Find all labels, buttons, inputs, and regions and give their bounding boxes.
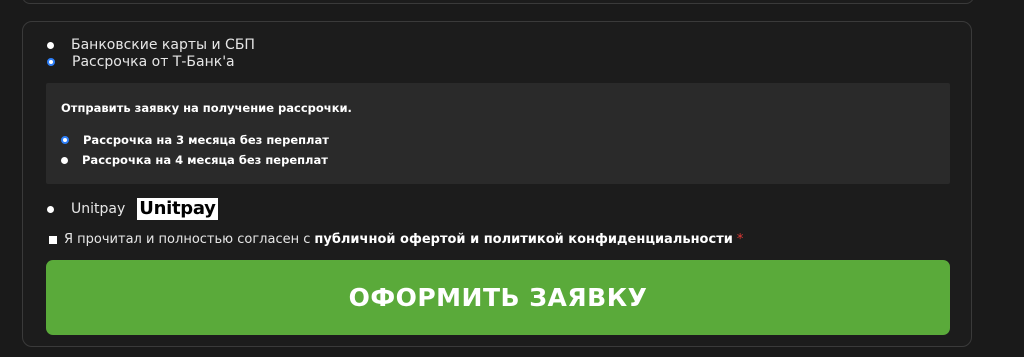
payment-option-unitpay[interactable]: Unitpay Unitpay xyxy=(47,198,218,220)
payment-option-cards[interactable]: Банковские карты и СБП xyxy=(47,37,255,53)
unitpay-logo: Unitpay xyxy=(137,198,218,220)
required-mark: * xyxy=(736,232,744,247)
payment-option-unitpay-label: Unitpay xyxy=(71,201,126,217)
installment-title: Отправить заявку на получение рассрочки. xyxy=(61,101,352,115)
radio-cards[interactable] xyxy=(47,41,54,49)
radio-4-months[interactable] xyxy=(61,156,68,164)
installment-box: Отправить заявку на получение рассрочки.… xyxy=(46,83,950,184)
installment-option-4-months[interactable]: Рассрочка на 4 месяца без переплат xyxy=(61,153,328,167)
previous-section-panel xyxy=(22,0,974,4)
radio-unitpay[interactable] xyxy=(47,205,54,213)
payment-option-tbank[interactable]: Рассрочка от Т-Банк'а xyxy=(47,54,235,70)
payment-method-panel: Банковские карты и СБП Рассрочка от Т-Ба… xyxy=(22,21,972,347)
radio-tbank[interactable] xyxy=(47,58,55,66)
installment-option-label: Рассрочка на 4 месяца без переплат xyxy=(82,153,328,167)
submit-application-button[interactable]: ОФОРМИТЬ ЗАЯВКУ xyxy=(46,260,950,335)
payment-option-tbank-label: Рассрочка от Т-Банк'а xyxy=(72,54,235,70)
installment-option-3-months[interactable]: Рассрочка на 3 месяца без переплат xyxy=(61,133,329,147)
installment-option-label: Рассрочка на 3 месяца без переплат xyxy=(83,133,329,147)
agreement-checkbox[interactable] xyxy=(49,235,57,244)
payment-option-cards-label: Банковские карты и СБП xyxy=(71,37,255,53)
agreement-row: Я прочитал и полностью согласен с публич… xyxy=(49,232,743,247)
agreement-link[interactable]: публичной офертой и политикой конфиденци… xyxy=(314,232,732,247)
agreement-text: Я прочитал и полностью согласен с xyxy=(64,232,311,247)
radio-3-months[interactable] xyxy=(61,136,69,144)
